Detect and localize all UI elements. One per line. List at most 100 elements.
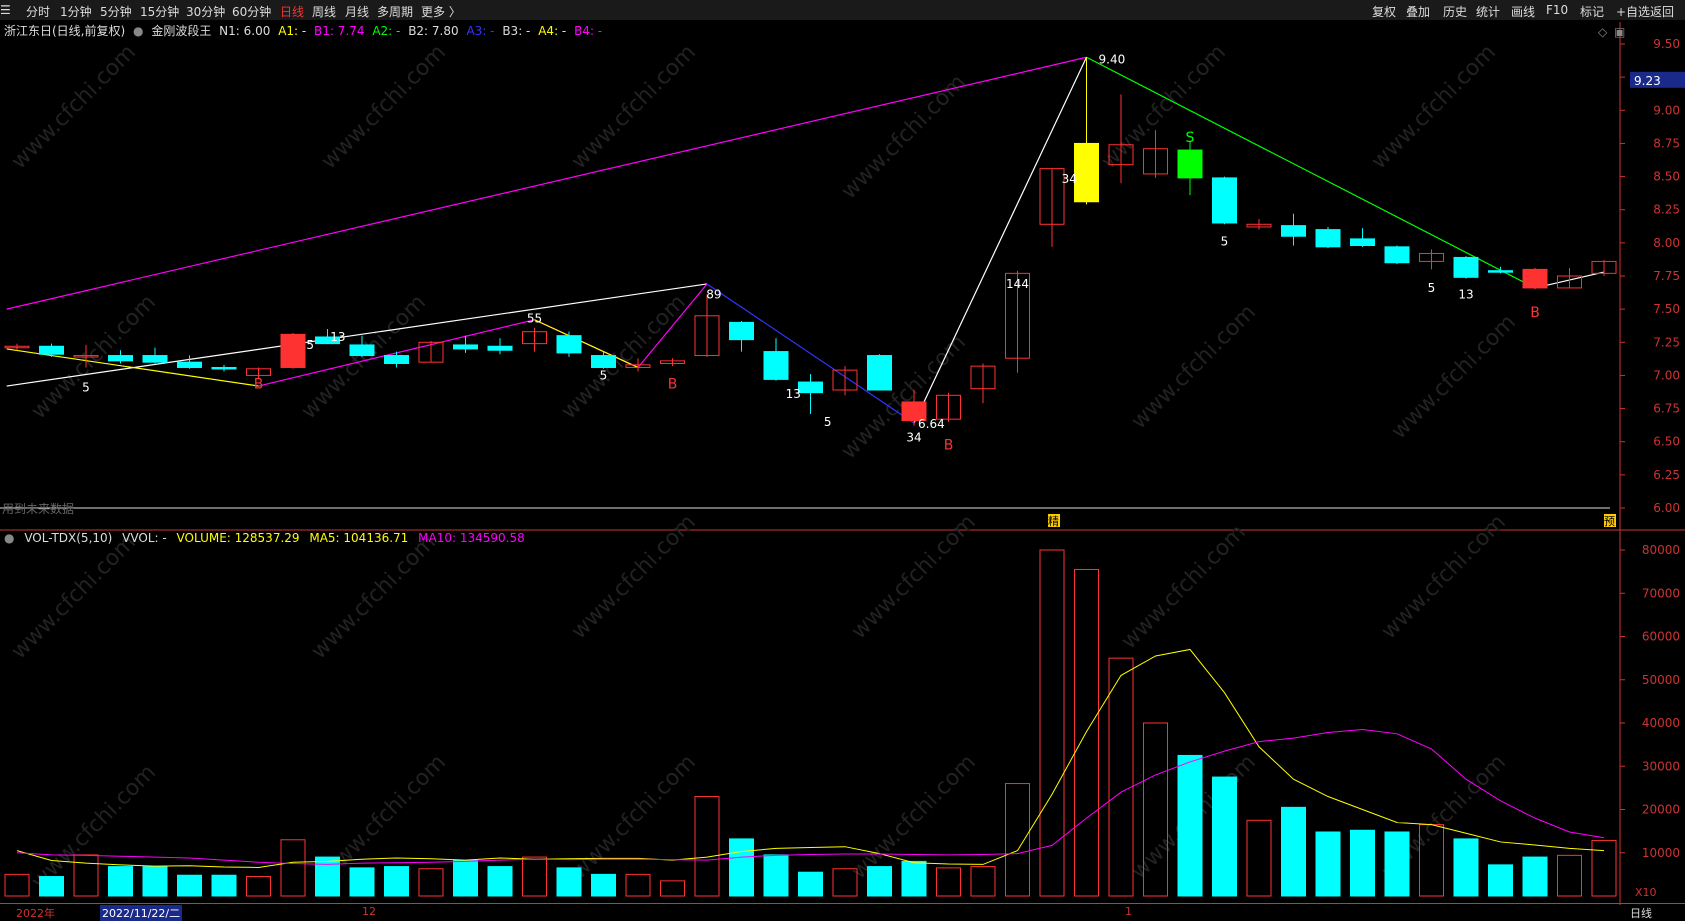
price-tick-label: 8.25 <box>1653 203 1680 217</box>
count-label: 89 <box>706 288 721 302</box>
volume-bar <box>1350 829 1375 897</box>
decline-wave-line <box>1086 56 1536 289</box>
watermark-0: www.cfchi.com <box>7 40 141 174</box>
candle-body <box>591 355 616 368</box>
volume-bar <box>384 866 409 897</box>
price-tick-label: 9.00 <box>1653 103 1680 117</box>
candle-body <box>1074 142 1099 203</box>
volume-bar <box>1246 819 1272 897</box>
volume-bar <box>1039 549 1065 897</box>
price-tick-label: 7.00 <box>1653 368 1680 382</box>
future-marker-2: 预 <box>1604 515 1615 528</box>
volume-bar <box>1212 776 1237 897</box>
vol-tick-label: 70000 <box>1642 586 1680 600</box>
count-label: 5 <box>1221 235 1229 249</box>
vol-tick-label: 80000 <box>1642 543 1680 557</box>
watermark-7: www.cfchi.com <box>297 290 431 424</box>
volume-bar <box>1488 864 1513 897</box>
year-label: 2022年 <box>16 907 55 920</box>
vol-indicator-name[interactable]: VOL-TDX(5,10) <box>24 531 112 545</box>
vol-tick-label: 60000 <box>1642 630 1680 644</box>
volume-bar <box>1177 754 1203 897</box>
volume-bar <box>349 867 375 897</box>
candle-body <box>556 335 582 354</box>
price-volume-chart[interactable]: www.cfchi.com www.cfchi.com www.cfchi.com w… <box>0 0 1685 920</box>
sell-signal: S <box>1186 130 1195 146</box>
candle-body <box>487 345 513 351</box>
price-tick-label: 6.75 <box>1653 402 1680 416</box>
period-label[interactable]: 日线 <box>1630 905 1652 921</box>
volume-bar <box>1384 831 1410 897</box>
count-label: 13 <box>786 387 801 401</box>
candle-body <box>1453 256 1479 278</box>
volume-value: VOLUME: 128537.29 <box>176 531 300 545</box>
count-label: 13 <box>330 330 345 344</box>
volume-bar <box>1522 856 1548 897</box>
volume-bar <box>1074 568 1099 897</box>
volume-bar <box>108 866 133 897</box>
candle-body <box>280 333 306 368</box>
vol-tick-label: 40000 <box>1642 716 1680 730</box>
candle-body <box>142 355 168 363</box>
settings-icon[interactable]: ● <box>4 531 14 545</box>
count-label: 5 <box>306 338 314 352</box>
volume-bar <box>1453 838 1479 897</box>
count-label: 34 <box>906 431 921 445</box>
month-12-label: 12 <box>362 905 376 918</box>
long-term-wave-line <box>6 56 1087 310</box>
volume-bar <box>1281 806 1306 897</box>
price-tick-label: 6.00 <box>1653 501 1680 515</box>
date-axis: 2022年 2022/11/22/二 12 1 日线 <box>0 903 1685 921</box>
vol-tick-label: 20000 <box>1642 803 1680 817</box>
volume-bar <box>901 860 927 897</box>
volume-info: ● VOL-TDX(5,10) VVOL: - VOLUME: 128537.2… <box>4 531 531 545</box>
candle-body <box>108 355 133 362</box>
volume-bar <box>867 866 892 897</box>
volume-bar <box>522 856 547 897</box>
volume-bar <box>418 868 444 897</box>
count-label: 55 <box>527 311 542 325</box>
volume-bar <box>936 867 961 897</box>
count-label: 13 <box>1458 288 1473 302</box>
candle-body <box>1315 229 1341 248</box>
count-label: 5 <box>600 368 608 382</box>
volume-bar <box>39 876 64 897</box>
panel-icon: ▣ <box>1614 25 1625 39</box>
vol-tick-label: 30000 <box>1642 759 1680 773</box>
volume-bar <box>970 866 996 897</box>
count-label: 5 <box>1428 281 1436 295</box>
price-tick-label: 7.50 <box>1653 302 1680 316</box>
volume-bar <box>660 880 685 897</box>
volume-bar <box>1591 839 1617 897</box>
volume-bar <box>453 860 478 897</box>
price-tick-label: 6.25 <box>1653 468 1680 482</box>
candle-body <box>1177 149 1203 179</box>
future-marker-1: 精 <box>1048 515 1059 528</box>
watermark-8: www.cfchi.com <box>557 290 691 424</box>
candle-body <box>1350 238 1375 247</box>
vol-tick-label: 10000 <box>1642 846 1680 860</box>
candle-body <box>39 345 64 355</box>
candle-body <box>763 351 789 380</box>
watermark-5: www.cfchi.com <box>1367 40 1501 174</box>
price-tick-label: 8.75 <box>1653 136 1680 150</box>
watermark-16: www.cfchi.com <box>1117 520 1251 654</box>
count-label: 5 <box>824 415 832 429</box>
ma10-value: MA10: 134590.58 <box>418 531 525 545</box>
buy-signal: B <box>1530 305 1540 321</box>
month-1-label: 1 <box>1125 905 1132 918</box>
candle-body <box>1488 270 1513 273</box>
count-label: 34 <box>1062 172 1077 186</box>
volume-bar <box>4 873 30 897</box>
volume-bar <box>246 876 271 897</box>
watermark-1: www.cfchi.com <box>317 40 451 174</box>
future-data-note: 用到未来数据 <box>2 502 75 516</box>
watermark-20: www.cfchi.com <box>567 750 701 884</box>
volume-bar <box>1557 854 1582 897</box>
current-price-label: 9.23 <box>1634 74 1661 88</box>
vvol-value: VVOL: - <box>122 531 167 545</box>
volume-bar <box>591 873 616 897</box>
candle-body <box>1384 246 1410 264</box>
watermark-2: www.cfchi.com <box>567 40 701 174</box>
volume-bar <box>211 874 237 897</box>
